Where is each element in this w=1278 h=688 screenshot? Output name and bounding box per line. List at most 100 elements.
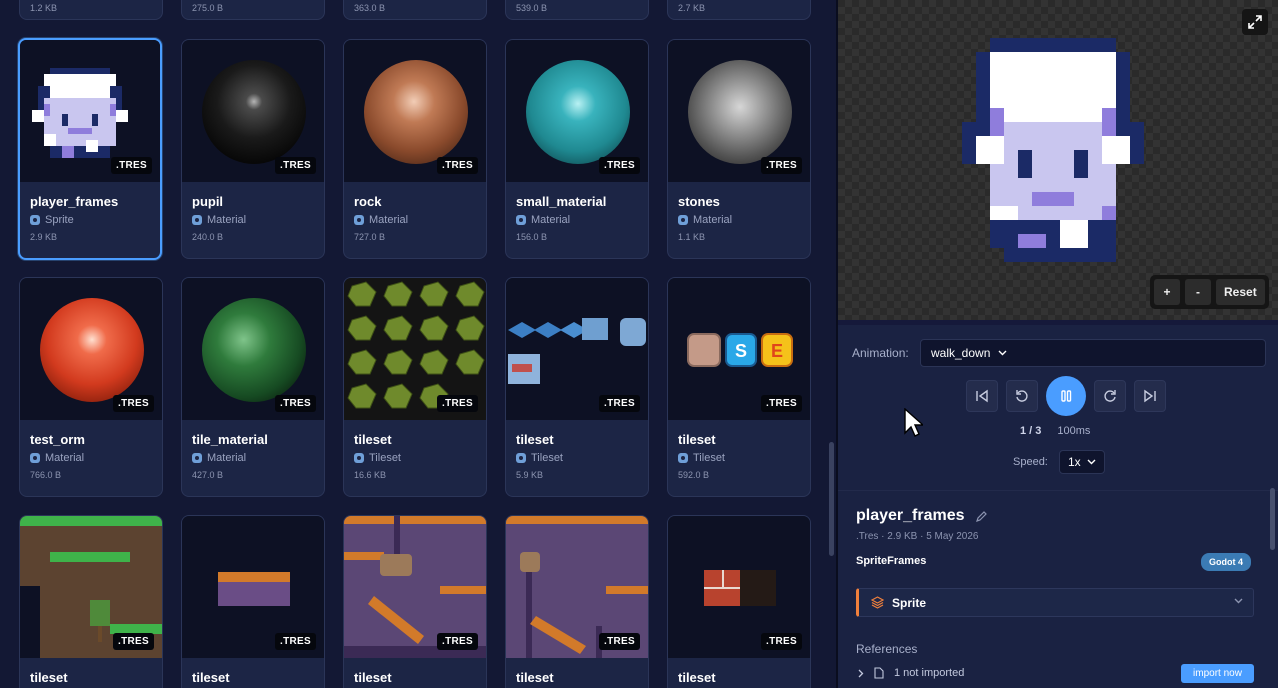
asset-type-label: Tileset xyxy=(693,452,725,464)
asset-card[interactable]: .TRES small_material Material 156.0 B xyxy=(505,39,649,259)
file-type-badge: .TRES xyxy=(599,633,640,650)
asset-thumbnail: .TRES xyxy=(182,516,324,658)
file-type-badge: .TRES xyxy=(275,633,316,650)
pause-button[interactable] xyxy=(1046,376,1086,416)
first-frame-button[interactable] xyxy=(966,380,998,412)
import-now-button[interactable]: import now xyxy=(1181,664,1254,683)
next-frame-button[interactable] xyxy=(1094,380,1126,412)
asset-card[interactable]: 275.0 B xyxy=(181,0,325,20)
file-type-badge: .TRES xyxy=(437,395,478,412)
fullscreen-button[interactable] xyxy=(1242,9,1268,35)
sprite-preview: + - Reset xyxy=(838,0,1278,320)
file-type-badge: .TRES xyxy=(761,395,802,412)
asset-card[interactable]: S E .TRES tileset Tileset 592.0 B xyxy=(667,277,811,497)
zoom-in-button[interactable]: + xyxy=(1154,279,1180,305)
asset-card[interactable]: .TRES rock Material 727.0 B xyxy=(343,39,487,259)
godot-icon xyxy=(516,215,526,225)
chevron-down-icon xyxy=(1234,598,1243,604)
pencil-icon[interactable] xyxy=(975,510,988,523)
asset-thumbnail: .TRES xyxy=(668,516,810,658)
asset-card[interactable]: .TRES tileset xyxy=(667,515,811,688)
asset-card[interactable]: .TRES tile_material Material 427.0 B xyxy=(181,277,325,497)
asset-type: Tileset xyxy=(354,452,476,464)
asset-size: 766.0 B xyxy=(30,470,62,480)
asset-card[interactable]: .TRES stones Material 1.1 KB xyxy=(667,39,811,259)
speed-select[interactable]: 1x xyxy=(1059,450,1105,474)
asset-card-selected[interactable]: .TRES player_frames Sprite 2.9 KB xyxy=(18,38,162,260)
rotate-cw-icon xyxy=(1104,390,1116,402)
app-window: 1.2 KB 275.0 B 363.0 B 539.0 B 2.7 KB .T… xyxy=(0,0,1278,688)
asset-thumbnail: .TRES xyxy=(344,40,486,182)
asset-card[interactable]: .TRES test_orm Material 766.0 B xyxy=(19,277,163,497)
asset-size: 1.1 KB xyxy=(678,232,706,242)
asset-type-label: Material xyxy=(693,214,733,226)
asset-name: tileset xyxy=(192,670,230,685)
reset-zoom-button[interactable]: Reset xyxy=(1216,279,1265,305)
asset-type-label: Sprite xyxy=(45,214,74,226)
asset-size: 2.7 KB xyxy=(678,3,706,13)
asset-size: 727.0 B xyxy=(354,232,386,242)
asset-size: 592.0 B xyxy=(678,470,710,480)
asset-card[interactable]: .TRES tileset xyxy=(505,515,649,688)
file-type-badge: .TRES xyxy=(113,395,154,412)
asset-type-label: Material xyxy=(207,214,247,226)
file-type-badge: .TRES xyxy=(599,395,640,412)
asset-card[interactable]: .TRES tileset Tileset 5.9 KB xyxy=(505,277,649,497)
asset-card[interactable]: 539.0 B xyxy=(505,0,649,20)
asset-thumbnail: .TRES xyxy=(668,40,810,182)
asset-card[interactable]: .TRES tileset Tileset 16.6 KB xyxy=(343,277,487,497)
asset-name: small_material xyxy=(516,194,607,209)
black-sphere-thumbnail xyxy=(202,60,306,164)
rock-sphere-thumbnail xyxy=(364,60,468,164)
file-icon xyxy=(874,667,884,679)
grid-scrollbar-thumb[interactable] xyxy=(829,442,834,556)
file-type-badge: .TRES xyxy=(111,157,152,174)
asset-card[interactable]: .TRES tileset xyxy=(19,515,163,688)
asset-thumbnail: S E .TRES xyxy=(668,278,810,420)
asset-type-label: Material xyxy=(369,214,409,226)
asset-grid: 1.2 KB 275.0 B 363.0 B 539.0 B 2.7 KB .T… xyxy=(0,0,838,688)
asset-card[interactable]: .TRES tileset xyxy=(181,515,325,688)
grid-scrollbar[interactable] xyxy=(826,0,836,688)
previous-frame-button[interactable] xyxy=(1006,380,1038,412)
speed-label: Speed: xyxy=(1013,456,1048,468)
asset-card[interactable]: .TRES pupil Material 240.0 B xyxy=(181,39,325,259)
layers-icon xyxy=(871,596,884,609)
zoom-out-button[interactable]: - xyxy=(1185,279,1211,305)
detail-panel: + - Reset Animation: walk_down 1 / 3 100… xyxy=(838,0,1278,688)
asset-card[interactable]: .TRES tileset xyxy=(343,515,487,688)
asset-type: Material xyxy=(516,214,638,226)
file-type-badge: .TRES xyxy=(113,633,154,650)
asset-name: rock xyxy=(354,194,382,209)
asset-type: Material xyxy=(192,452,314,464)
godot-icon xyxy=(516,453,526,463)
pause-icon xyxy=(1061,390,1072,402)
references-row[interactable]: 1 not imported xyxy=(858,667,964,679)
sprite-section-toggle[interactable]: Sprite xyxy=(856,588,1254,617)
asset-size: 539.0 B xyxy=(516,3,548,13)
skip-back-icon xyxy=(976,389,988,403)
godot-icon xyxy=(30,453,40,463)
asset-card[interactable]: 2.7 KB xyxy=(667,0,811,20)
detail-scrollbar-thumb[interactable] xyxy=(1270,488,1275,550)
asset-thumbnail: .TRES xyxy=(182,40,324,182)
animation-select[interactable]: walk_down xyxy=(920,339,1266,367)
asset-type-label: Tileset xyxy=(369,452,401,464)
stone-sphere-thumbnail xyxy=(688,60,792,164)
mouse-cursor-icon xyxy=(904,408,923,437)
last-frame-button[interactable] xyxy=(1134,380,1166,412)
asset-card[interactable]: 363.0 B xyxy=(343,0,487,20)
asset-detail-name: player_frames xyxy=(856,507,965,524)
asset-card[interactable]: 1.2 KB xyxy=(19,0,163,20)
asset-size: 1.2 KB xyxy=(30,3,58,13)
asset-name: tileset xyxy=(678,670,716,685)
asset-detail-meta: .Tres · 2.9 KB · 5 May 2026 xyxy=(856,531,979,542)
asset-size: 240.0 B xyxy=(192,232,224,242)
animation-label: Animation: xyxy=(852,346,909,360)
asset-thumbnail: .TRES xyxy=(20,40,160,182)
speed-select-value: 1x xyxy=(1068,455,1081,469)
asset-size: 156.0 B xyxy=(516,232,548,242)
chevron-right-icon xyxy=(858,669,864,677)
player-sprite-preview xyxy=(962,38,1144,262)
file-type-badge: .TRES xyxy=(437,633,478,650)
